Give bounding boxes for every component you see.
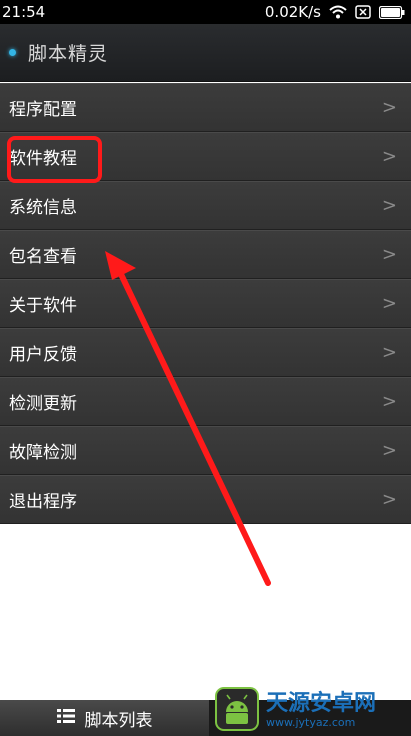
watermark-text: 天源安卓网 www.jytyaz.com [266,692,376,730]
menu-item-package-name-view[interactable]: 包名查看 > [0,230,411,279]
tab-label: 脚本列表 [84,710,153,731]
wifi-icon [329,5,347,19]
chevron-right-icon: > [381,146,397,167]
menu-item-check-update[interactable]: 检测更新 > [0,377,411,426]
chevron-right-icon: > [381,293,397,314]
status-bar: 21:54 0.02K/s [0,0,411,24]
menu-item-label: 包名查看 [9,247,77,267]
watermark: 天源安卓网 www.jytyaz.com [214,686,411,736]
status-icons: 0.02K/s [265,3,405,21]
menu-item-label: 系统信息 [9,198,77,218]
menu-item-label: 检测更新 [9,394,77,414]
android-logo-icon [214,686,260,736]
title-dot-icon [9,49,16,56]
menu-item-program-config[interactable]: 程序配置 > [0,83,411,132]
menu-item-label: 用户反馈 [9,345,77,365]
chevron-right-icon: > [381,440,397,461]
chevron-right-icon: > [381,391,397,412]
menu-item-label: 故障检测 [9,443,77,463]
watermark-name: 天源安卓网 [266,691,377,716]
watermark-url: www.jytyaz.com [266,716,356,729]
chevron-right-icon: > [381,195,397,216]
network-speed: 0.02K/s [264,3,321,21]
menu-item-about-software[interactable]: 关于软件 > [0,279,411,328]
chevron-right-icon: > [381,244,397,265]
list-icon [56,708,75,729]
menu-item-label: 关于软件 [9,296,77,316]
menu-item-label: 退出程序 [9,492,77,512]
battery-icon [379,5,405,19]
title-bar: 脚本精灵 [0,24,411,82]
menu-item-exit-program[interactable]: 退出程序 > [0,475,411,524]
status-time: 21:54 [2,3,46,21]
tab-script-list[interactable]: 脚本列表 [0,700,209,736]
page-title: 脚本精灵 [28,43,109,65]
menu-item-system-info[interactable]: 系统信息 > [0,181,411,230]
menu-item-user-feedback[interactable]: 用户反馈 > [0,328,411,377]
chevron-right-icon: > [381,489,397,510]
sim-x-icon [355,5,371,19]
menu-item-label: 程序配置 [9,100,77,120]
chevron-right-icon: > [381,97,397,118]
menu-item-fault-detection[interactable]: 故障检测 > [0,426,411,475]
annotation-highlight-box [7,136,102,183]
chevron-right-icon: > [381,342,397,363]
